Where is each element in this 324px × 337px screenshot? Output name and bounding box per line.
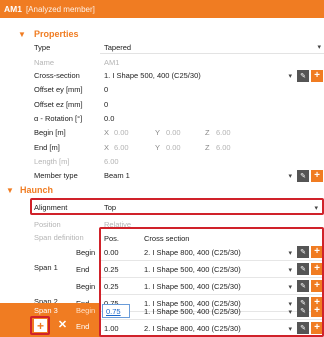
end-x-value[interactable]: 6.00 — [114, 143, 129, 152]
name-label: Name — [34, 58, 55, 67]
cross-section-row: Cross-section 1. I Shape 500, 400 (C25/3… — [0, 68, 324, 83]
end-label: End [m] — [34, 143, 60, 152]
add-span-highlight — [30, 316, 50, 335]
begin-x-value[interactable]: 0.00 — [114, 128, 129, 137]
rotation-row: α - Rotation [°] 0.0 — [0, 111, 324, 126]
add-icon[interactable]: + — [311, 170, 323, 182]
member-type-value[interactable]: Beam 1 — [104, 171, 130, 180]
span1-label: Span 1 — [34, 263, 58, 272]
edit-icon[interactable]: ✎ — [297, 70, 309, 82]
cross-section-value[interactable]: 1. I Shape 500, 400 (C25/30) — [104, 71, 201, 80]
begin-z-axis: Z — [205, 128, 210, 137]
member-subtitle: [Analyzed member] — [25, 4, 95, 14]
type-label: Type — [34, 43, 51, 52]
close-icon[interactable]: ✕ — [56, 319, 69, 332]
offset-ez-value[interactable]: 0 — [104, 100, 108, 109]
cross-section-label: Cross-section — [34, 71, 80, 80]
add-icon[interactable]: + — [311, 70, 323, 82]
haunch-section-header[interactable]: ▼ Haunch — [0, 182, 324, 198]
begin-y-axis: Y — [155, 128, 161, 137]
offset-ez-row: Offset ez [mm] 0 — [0, 97, 324, 112]
alignment-highlight — [30, 198, 324, 215]
length-label: Length [m] — [34, 157, 70, 166]
chevron-down-icon[interactable]: ▾ — [288, 172, 292, 180]
title-bar: AM1 [Analyzed member] — [0, 0, 324, 18]
end-z-value[interactable]: 6.00 — [216, 143, 231, 152]
member-type-row: Member type Beam 1 ▾ ✎ + — [0, 168, 324, 183]
end-y-axis: Y — [155, 143, 161, 152]
end-y-value[interactable]: 0.00 — [166, 143, 181, 152]
properties-title: Properties — [34, 29, 79, 39]
type-select[interactable]: Tapered ▾ — [100, 40, 324, 54]
chevron-down-icon[interactable]: ▾ — [317, 43, 321, 51]
haunch-title: Haunch — [20, 185, 54, 195]
member-type-label: Member type — [34, 171, 78, 180]
expand-arrow-icon[interactable]: ▼ — [18, 30, 26, 39]
offset-ey-row: Offset ey [mm] 0 — [0, 82, 324, 97]
span-table-highlight — [99, 227, 324, 337]
type-row: Type Tapered ▾ — [0, 40, 324, 55]
begin-label: Begin [m] — [34, 128, 66, 137]
chevron-down-icon[interactable]: ▾ — [288, 72, 292, 80]
span1-begin-label: Begin — [76, 248, 96, 257]
offset-ez-label: Offset ez [mm] — [34, 100, 83, 109]
begin-y-value[interactable]: 0.00 — [166, 128, 181, 137]
length-value: 6.00 — [104, 157, 119, 166]
rotation-value[interactable]: 0.0 — [104, 114, 114, 123]
length-row: Length [m] 6.00 — [0, 154, 324, 169]
position-label: Position — [34, 220, 61, 229]
end-z-axis: Z — [205, 143, 210, 152]
member-name: AM1 — [4, 4, 22, 14]
name-value: AM1 — [104, 58, 120, 67]
end-row: End [m] X 6.00 Y 0.00 Z 6.00 — [0, 140, 324, 155]
expand-arrow-icon[interactable]: ▼ — [6, 186, 14, 195]
offset-ey-label: Offset ey [mm] — [34, 85, 83, 94]
span-definition-label: Span definition — [34, 233, 84, 242]
span2-begin-label: Begin — [76, 282, 96, 291]
rotation-label: α - Rotation [°] — [34, 114, 83, 123]
type-value: Tapered — [104, 43, 132, 52]
begin-x-axis: X — [104, 128, 110, 137]
begin-row: Begin [m] X 0.00 Y 0.00 Z 6.00 — [0, 125, 324, 140]
begin-z-value[interactable]: 6.00 — [216, 128, 231, 137]
span3-end-label: End — [76, 322, 90, 331]
end-x-axis: X — [104, 143, 110, 152]
span3-label: Span 3 — [34, 306, 58, 315]
offset-ey-value[interactable]: 0 — [104, 85, 108, 94]
span1-end-label: End — [76, 265, 90, 274]
edit-icon[interactable]: ✎ — [297, 170, 309, 182]
span3-begin-label: Begin — [76, 306, 96, 315]
